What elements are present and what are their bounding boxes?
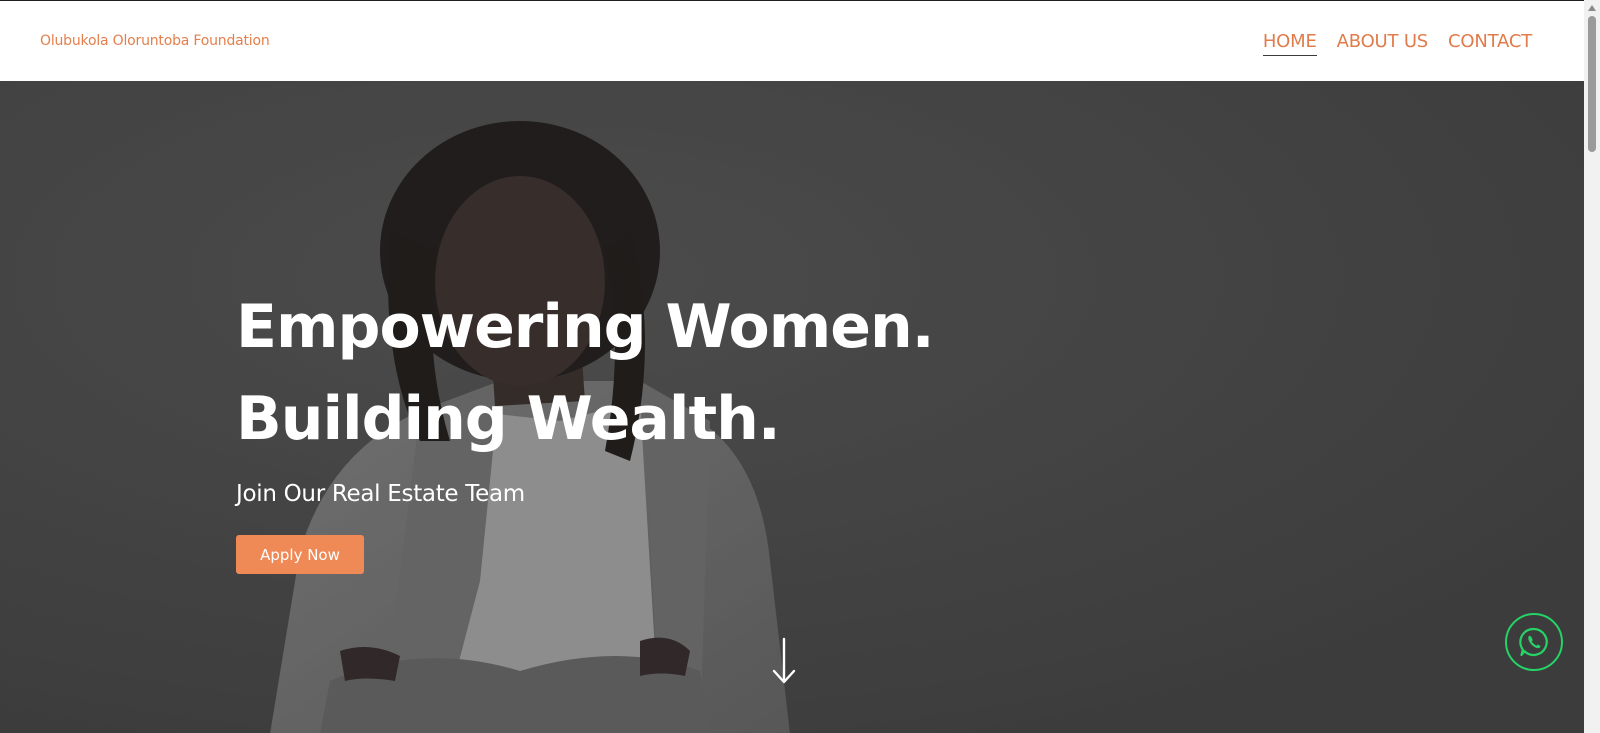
hero-subheading: Join Our Real Estate Team (236, 481, 525, 507)
brand-logo-text[interactable]: Olubukola Oloruntoba Foundation (40, 33, 270, 49)
scroll-up-icon[interactable] (1588, 5, 1596, 11)
whatsapp-icon (1519, 627, 1548, 657)
main-nav: HOME ABOUT US CONTACT (1262, 31, 1532, 56)
page-scrollbar[interactable] (1584, 0, 1600, 733)
browser-viewport: Olubukola Oloruntoba Foundation HOME ABO… (0, 0, 1584, 733)
nav-contact[interactable]: CONTACT (1448, 31, 1532, 56)
whatsapp-button[interactable] (1505, 613, 1563, 671)
scrollbar-thumb[interactable] (1588, 16, 1596, 152)
site-header: Olubukola Oloruntoba Foundation HOME ABO… (0, 1, 1584, 81)
apply-now-button[interactable]: Apply Now (236, 535, 364, 574)
page: Olubukola Oloruntoba Foundation HOME ABO… (0, 0, 1600, 733)
nav-about-us[interactable]: ABOUT US (1337, 31, 1429, 56)
hero-heading: Empowering Women. Building Wealth. (236, 292, 935, 454)
nav-home[interactable]: HOME (1262, 31, 1317, 56)
arrow-down-icon[interactable] (771, 637, 797, 685)
hero-section: Empowering Women. Building Wealth. Join … (0, 81, 1584, 733)
